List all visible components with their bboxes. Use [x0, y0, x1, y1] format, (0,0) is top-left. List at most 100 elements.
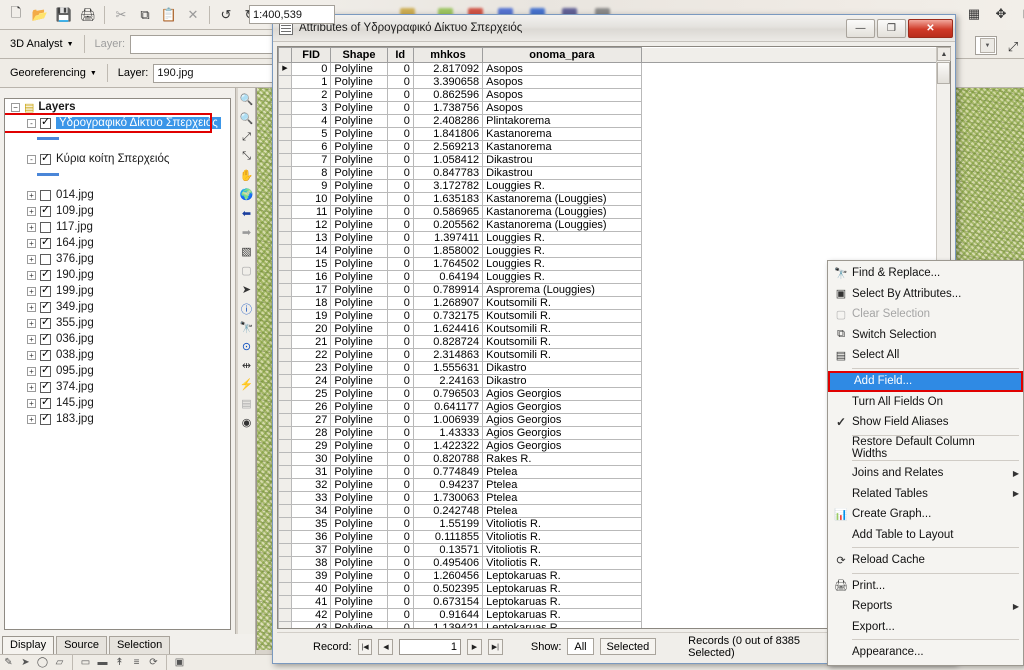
cell-fid[interactable]: 4 [290, 114, 332, 128]
cell-onoma_para[interactable]: Ptelea [482, 504, 642, 518]
row-selector-cell[interactable] [278, 491, 292, 505]
cell-shape[interactable]: Polyline [330, 517, 388, 531]
find-icon[interactable]: 🔭 [238, 318, 255, 337]
cell-id[interactable]: 0 [386, 309, 414, 323]
cell-shape[interactable]: Polyline [330, 205, 388, 219]
toc-item-checkbox[interactable] [40, 189, 51, 201]
table-of-contents-panel[interactable]: −▤Layers-Υδρογραφικό Δίκτυο Σπερχειός-Κύ… [0, 88, 236, 634]
show-selected-button[interactable]: Selected [599, 638, 657, 655]
cell-fid[interactable]: 18 [290, 296, 332, 310]
ellipse-icon[interactable]: ◯ [34, 656, 51, 670]
row-selector-cell[interactable] [278, 452, 292, 466]
cell-onoma_para[interactable]: Plintakorema [482, 114, 642, 128]
toc-item-095.jpg[interactable]: +095.jpg [5, 363, 230, 379]
toc-item-checkbox[interactable] [40, 412, 51, 425]
expand-icon[interactable]: + [27, 254, 36, 264]
table-row[interactable]: 14 Polyline 0 1.858002 Louggies R. [278, 244, 950, 258]
first-record-icon[interactable]: |◀ [357, 638, 373, 655]
row-selector-cell[interactable] [278, 478, 292, 492]
menu-item-related-tables[interactable]: Related Tables ▶ [828, 484, 1023, 505]
expand-icon[interactable]: + [27, 382, 36, 392]
cell-fid[interactable]: 24 [290, 374, 332, 388]
cell-onoma_para[interactable]: Agios Georgios [482, 439, 642, 453]
menu-item-select-all[interactable]: ▤ Select All [828, 345, 1023, 366]
table-header-row[interactable]: FID Shape Id mhkos onoma_para [278, 47, 950, 63]
cell-shape[interactable]: Polyline [330, 439, 388, 453]
cell-onoma_para[interactable]: Ptelea [482, 465, 642, 479]
cell-fid[interactable]: 28 [290, 426, 332, 440]
row-selector-cell[interactable] [278, 127, 292, 141]
cell-fid[interactable]: 7 [290, 153, 332, 167]
row-selector-cell[interactable] [278, 621, 292, 628]
cell-onoma_para[interactable]: Asprorema (Louggies) [482, 283, 642, 297]
cell-fid[interactable]: 15 [290, 257, 332, 271]
cell-onoma_para[interactable]: Leptokaruas R. [482, 608, 642, 622]
cell-mhkos[interactable]: 1.058412 [412, 153, 484, 167]
row-selector-cell[interactable] [278, 88, 292, 102]
cell-id[interactable]: 0 [386, 101, 414, 115]
cell-fid[interactable]: 27 [290, 413, 332, 427]
cell-mhkos[interactable]: 0.13571 [412, 543, 484, 557]
cell-id[interactable]: 0 [386, 166, 414, 180]
row-selector-cell[interactable] [278, 543, 292, 557]
cell-id[interactable]: 0 [386, 179, 414, 193]
cell-onoma_para[interactable]: Ptelea [482, 478, 642, 492]
toc-item-[interactable]: - Κύρια κοίτη Σπερχειός [5, 151, 230, 167]
cell-fid[interactable]: 38 [290, 556, 332, 570]
row-selector-cell[interactable] [278, 218, 292, 232]
cell-fid[interactable]: 9 [290, 179, 332, 193]
row-selector-cell[interactable] [278, 75, 292, 89]
toc-item-checkbox[interactable] [40, 316, 51, 329]
row-selector-cell[interactable] [278, 608, 292, 622]
cell-onoma_para[interactable]: Agios Georgios [482, 413, 642, 427]
expand-icon[interactable]: + [27, 366, 36, 376]
polygon-icon[interactable]: ▱ [51, 656, 68, 670]
toc-item-checkbox[interactable] [40, 253, 51, 265]
chevron-down-icon[interactable]: ▼ [980, 38, 995, 53]
cell-onoma_para[interactable]: Koutsomili R. [482, 348, 642, 362]
cell-onoma_para[interactable]: Vitoliotis R. [482, 543, 642, 557]
cell-onoma_para[interactable]: Vitoliotis R. [482, 556, 642, 570]
cell-shape[interactable]: Polyline [330, 504, 388, 518]
toc-item-183.jpg[interactable]: +183.jpg [5, 411, 230, 427]
cell-shape[interactable]: Polyline [330, 75, 388, 89]
table-row[interactable]: 4 Polyline 0 2.408286 Plintakorema [278, 114, 950, 128]
cell-mhkos[interactable]: 1.635183 [412, 192, 484, 206]
table-row[interactable]: 3 Polyline 0 1.738756 Asopos [278, 101, 950, 115]
menu-item-joins-and-relates[interactable]: Joins and Relates ▶ [828, 463, 1023, 484]
menu-item-reload-cache[interactable]: ⟳ Reload Cache [828, 550, 1023, 571]
row-selector-cell[interactable] [278, 530, 292, 544]
row-selector-cell[interactable] [278, 192, 292, 206]
map-scale-combo[interactable]: 1:400,539 [249, 5, 335, 24]
cell-id[interactable]: 0 [386, 621, 414, 628]
cell-onoma_para[interactable]: Leptokaruas R. [482, 595, 642, 609]
menu-item-print[interactable]: 🖨 Print... [828, 576, 1023, 597]
cell-fid[interactable]: 32 [290, 478, 332, 492]
cell-mhkos[interactable]: 0.205562 [412, 218, 484, 232]
toc-item-109.jpg[interactable]: +109.jpg [5, 203, 230, 219]
toc-tab-source[interactable]: Source [56, 636, 107, 654]
cell-id[interactable]: 0 [386, 361, 414, 375]
link-table-icon[interactable]: ⤢ [1002, 36, 1024, 58]
expand-icon[interactable]: + [27, 206, 36, 216]
draw-toolbar-icon[interactable]: ✎ [0, 656, 17, 670]
undo-icon[interactable]: ↺ [215, 4, 237, 26]
row-selector-cell[interactable] [278, 517, 292, 531]
minimize-button[interactable]: — [846, 18, 875, 38]
cell-fid[interactable]: 36 [290, 530, 332, 544]
menu-item-turn-all-fields-on[interactable]: Turn All Fields On [828, 392, 1023, 413]
print-icon[interactable]: 🖨 [77, 4, 99, 26]
expand-icon[interactable]: + [27, 222, 36, 232]
cell-shape[interactable]: Polyline [330, 478, 388, 492]
cell-mhkos[interactable]: 0.796503 [412, 387, 484, 401]
cell-mhkos[interactable]: 1.730063 [412, 491, 484, 505]
cell-onoma_para[interactable]: Kastanorema (Louggies) [482, 205, 642, 219]
select-features-icon[interactable]: ▧ [238, 242, 255, 261]
cell-fid[interactable]: 10 [290, 192, 332, 206]
cell-id[interactable]: 0 [386, 244, 414, 258]
expand-icon[interactable]: + [27, 318, 36, 328]
georef-right-tools[interactable]: ▼ ⤢ [975, 36, 1024, 58]
menu-item-select-by-attributes[interactable]: ▣ Select By Attributes... [828, 284, 1023, 305]
cell-shape[interactable]: Polyline [330, 348, 388, 362]
toc-item-checkbox[interactable] [40, 221, 51, 233]
